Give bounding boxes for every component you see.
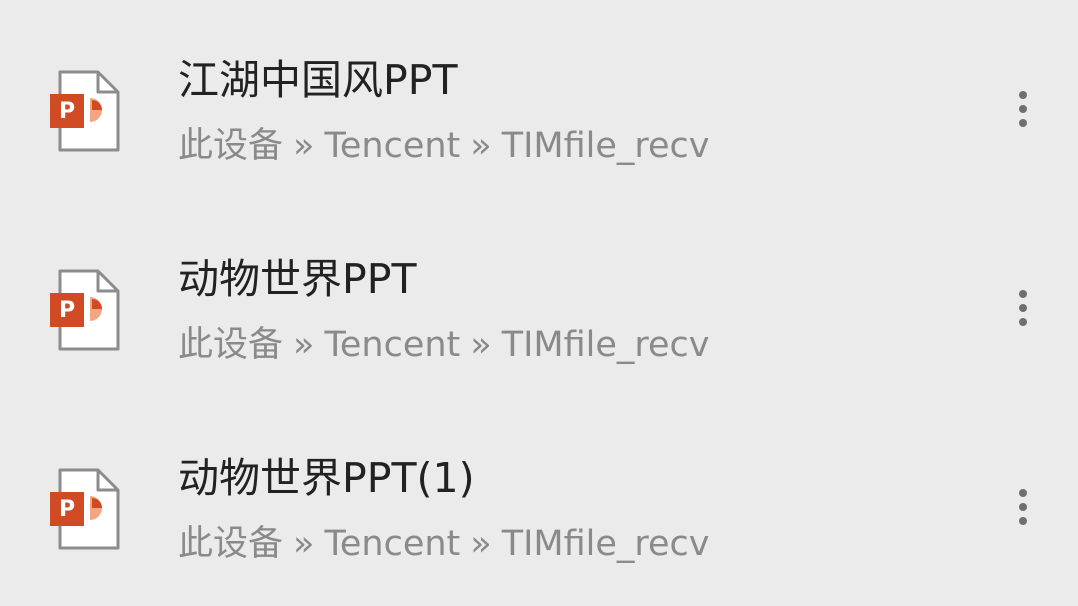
more-vert-icon[interactable] xyxy=(1000,283,1046,333)
path-segment: 此设备 xyxy=(178,325,284,365)
menu-dot xyxy=(1019,119,1027,127)
file-list: P 江湖中国风PPT 此设备» Tencent» TIMfile_recv P 动物… xyxy=(0,0,1078,606)
menu-dot xyxy=(1019,304,1027,312)
menu-dot xyxy=(1019,318,1027,326)
ppt-file-icon: P xyxy=(50,468,120,550)
file-list-item[interactable]: P 动物世界PPT 此设备» Tencent» TIMfile_recv xyxy=(0,211,1078,409)
file-path: 此设备» Tencent» TIMfile_recv xyxy=(178,124,710,168)
path-separator: » xyxy=(293,524,315,564)
path-segment: Tencent xyxy=(324,524,461,564)
path-separator: » xyxy=(470,524,492,564)
file-name: 动物世界PPT xyxy=(178,255,417,303)
file-path: 此设备» Tencent» TIMfile_recv xyxy=(178,522,710,566)
ppt-file-icon: P xyxy=(50,70,120,152)
svg-text:P: P xyxy=(59,497,75,522)
path-segment: 此设备 xyxy=(178,524,284,564)
menu-dot xyxy=(1019,290,1027,298)
menu-dot xyxy=(1019,105,1027,113)
menu-dot xyxy=(1019,91,1027,99)
svg-text:P: P xyxy=(59,298,75,323)
menu-dot xyxy=(1019,489,1027,497)
path-segment: TIMfile_recv xyxy=(501,325,710,365)
path-segment: TIMfile_recv xyxy=(501,126,710,166)
path-separator: » xyxy=(293,325,315,365)
file-list-item[interactable]: P 江湖中国风PPT 此设备» Tencent» TIMfile_recv xyxy=(0,12,1078,210)
menu-dot xyxy=(1019,503,1027,511)
svg-text:P: P xyxy=(59,99,75,124)
path-segment: Tencent xyxy=(324,126,461,166)
path-segment: TIMfile_recv xyxy=(501,524,710,564)
more-vert-icon[interactable] xyxy=(1000,482,1046,532)
path-separator: » xyxy=(293,126,315,166)
path-separator: » xyxy=(470,325,492,365)
file-name: 动物世界PPT(1) xyxy=(178,454,475,502)
path-separator: » xyxy=(470,126,492,166)
file-path: 此设备» Tencent» TIMfile_recv xyxy=(178,323,710,367)
menu-dot xyxy=(1019,517,1027,525)
file-list-item[interactable]: P 动物世界PPT(1) 此设备» Tencent» TIMfile_recv xyxy=(0,410,1078,606)
path-segment: Tencent xyxy=(324,325,461,365)
file-name: 江湖中国风PPT xyxy=(178,56,458,104)
ppt-file-icon: P xyxy=(50,269,120,351)
more-vert-icon[interactable] xyxy=(1000,84,1046,134)
path-segment: 此设备 xyxy=(178,126,284,166)
